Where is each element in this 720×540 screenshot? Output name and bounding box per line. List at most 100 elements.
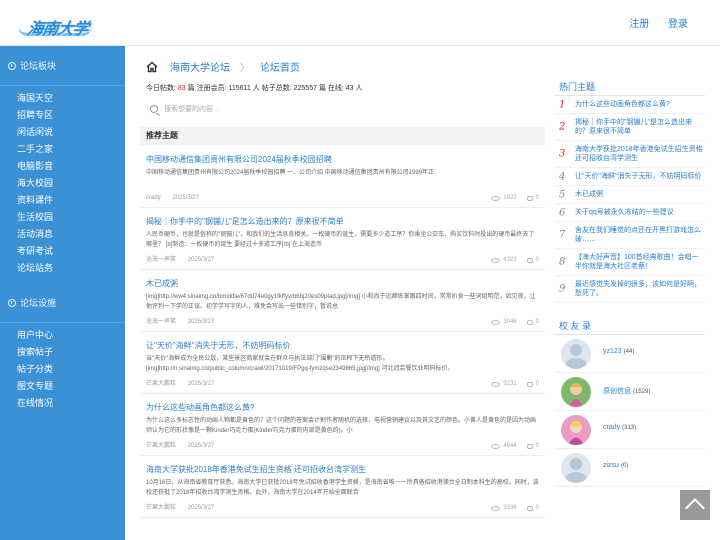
hot-topic-item[interactable]: 5 木已成粥 bbox=[555, 186, 705, 204]
post-author[interactable]: 沧海一声笑 bbox=[146, 319, 176, 325]
alumni-name[interactable]: 原创信息 bbox=[603, 388, 631, 395]
hot-topic-item[interactable]: 7 舍友在我们睡觉的点还在开黑打游戏怎么破…… bbox=[555, 222, 705, 249]
post-author[interactable]: 芒果大鹏粒 bbox=[146, 443, 176, 449]
sidebar-item[interactable]: 二手之家 bbox=[17, 141, 125, 158]
alumni-item[interactable]: yz123 (44) bbox=[555, 335, 705, 373]
sidebar-section-title: 论坛板块 bbox=[20, 61, 57, 71]
post-item: 揭秘｜你手中的"钢镚儿"是怎么造出来的？原来很不简单 人民币硬币，也就是俗称的"… bbox=[140, 208, 545, 270]
rank-number: 6 bbox=[559, 207, 566, 218]
eye-icon bbox=[491, 381, 501, 387]
post-list: 中国移动通信集团贵州有限公司2024届秋季校园招聘 中国移动通信集团贵州有限公司… bbox=[140, 146, 545, 518]
post-author[interactable]: crady bbox=[146, 195, 161, 201]
right-column: 热门主题 1 为什么这些动画角色都这么黄? 2 揭秘｜你手中的"钢镚儿"是怎么造出来… bbox=[555, 78, 705, 487]
hot-topic-title[interactable]: 为什么这些动画角色都这么黄? bbox=[575, 101, 670, 108]
sidebar-item[interactable]: 海大校园 bbox=[17, 175, 125, 192]
hot-topic-item[interactable]: 1 为什么这些动画角色都这么黄? bbox=[555, 96, 705, 114]
sidebar-item[interactable]: 用户中心 bbox=[17, 327, 125, 344]
hot-topic-title[interactable]: 揭秘｜你手中的"钢镚儿"是怎么造出来的？原来很不简单 bbox=[575, 119, 692, 135]
sidebar-item[interactable]: 论坛站务 bbox=[17, 260, 125, 277]
alumni-item[interactable]: 原创信息 (1529) bbox=[555, 373, 705, 411]
alumni-name[interactable]: zizsu bbox=[603, 462, 619, 469]
post-counts: 4644 0 bbox=[491, 443, 539, 449]
hot-topic-title[interactable]: 舍友在我们睡觉的点还在开黑打游戏怎么破…… bbox=[575, 227, 701, 243]
post-summary: 中国移动通信集团贵州有限公司2024届秋季校园招聘 一、公司介绍 中国移动通信集… bbox=[146, 170, 435, 176]
reply-count: 0 bbox=[535, 381, 539, 387]
reply-count: 0 bbox=[535, 443, 539, 449]
avatar[interactable] bbox=[561, 339, 591, 369]
alumni-name[interactable]: crady bbox=[603, 424, 620, 431]
post-author[interactable]: 芒果大鹏粒 bbox=[146, 381, 176, 387]
post-title[interactable]: 海南大学获批2018年香港免试生招生资格 还可招收台湾学测生 bbox=[146, 464, 539, 475]
hot-topic-item[interactable]: 6 关于qq号被永久冻结的一些建议 bbox=[555, 204, 705, 222]
rank-number: 1 bbox=[559, 99, 566, 110]
post-author[interactable]: 芒果大鹏粒 bbox=[146, 505, 176, 511]
alumni-name[interactable]: yz123 bbox=[603, 348, 622, 355]
sidebar-forum-list: 海国天空 招聘专区 闲话闲说 二手之家 电脑影音 海大校园 资料课件 生活校园 … bbox=[0, 86, 125, 283]
avatar[interactable] bbox=[561, 415, 591, 445]
post-author[interactable]: 沧海一声笑 bbox=[146, 257, 176, 263]
login-link[interactable]: 登录 bbox=[668, 19, 688, 30]
hot-topic-item[interactable]: 2 揭秘｜你手中的"钢镚儿"是怎么造出来的？原来很不简单 bbox=[555, 114, 705, 141]
sidebar-item[interactable]: 资料课件 bbox=[17, 192, 125, 209]
hot-topic-title[interactable]: 最近感觉失发掉的很多，该如何是好啊，愁死了。 bbox=[575, 281, 701, 297]
post-item: 海南大学获批2018年香港免试生招生资格 还可招收台湾学测生 10月16日，从海… bbox=[140, 456, 545, 518]
hot-topic-item[interactable]: 4 让"天价"海鲜"消失于无形，不妨明码标价 bbox=[555, 168, 705, 186]
home-icon[interactable] bbox=[146, 61, 158, 73]
alumni-count: (44) bbox=[623, 349, 635, 355]
alumni-count: (313) bbox=[622, 425, 637, 431]
post-date: 2025/3/27 bbox=[187, 381, 215, 387]
hot-topic-title[interactable]: 木已成粥 bbox=[575, 191, 603, 198]
post-title[interactable]: 让"天价"海鲜"消失于无形，不妨明码标价 bbox=[146, 340, 539, 351]
post-summary: 为什么这么多标志性的动画人物都是黄色的？这个问题的答案会计割作者随机的选择，电视… bbox=[146, 418, 537, 434]
sidebar-item[interactable]: 闲话闲说 bbox=[17, 124, 125, 141]
hot-topic-title[interactable]: 【海大好声音】100首经典歌曲！会唱一半你就是海大社区老蔡！ bbox=[575, 254, 699, 270]
comment-icon bbox=[526, 257, 533, 263]
rank-number: 4 bbox=[559, 171, 566, 182]
post-meta: 芒果大鹏粒 2025/3/27 bbox=[146, 440, 224, 449]
avatar[interactable] bbox=[561, 453, 591, 483]
sidebar-item[interactable]: 考研考试 bbox=[17, 243, 125, 260]
hot-topic-item[interactable]: 9 最近感觉失发掉的很多，该如何是好啊，愁死了。 bbox=[555, 276, 705, 303]
post-title[interactable]: 中国移动通信集团贵州有限公司2024届秋季校园招聘 bbox=[146, 154, 539, 165]
sidebar-item[interactable]: 活动消息 bbox=[17, 226, 125, 243]
sidebar-section-facilities-header: 论坛设施 bbox=[0, 283, 125, 323]
sidebar-section-forums-header: 论坛板块 bbox=[0, 46, 125, 86]
avatar[interactable] bbox=[561, 377, 591, 407]
search-icon bbox=[150, 105, 158, 113]
sidebar-item[interactable]: 招聘专区 bbox=[17, 107, 125, 124]
comment-icon bbox=[526, 443, 533, 449]
rank-number: 7 bbox=[559, 229, 566, 241]
view-count: 4323 bbox=[503, 257, 517, 263]
post-meta: 芒果大鹏粒 2025/3/27 bbox=[146, 502, 224, 511]
sidebar-item[interactable]: 帖子分类 bbox=[17, 361, 125, 378]
sidebar-item[interactable]: 海国天空 bbox=[17, 90, 125, 107]
breadcrumb-forum[interactable]: 海南大学论坛 bbox=[170, 59, 230, 74]
breadcrumb: 海南大学论坛 〉 论坛首页 bbox=[146, 59, 300, 74]
view-count: 4644 bbox=[503, 443, 517, 449]
search-input[interactable]: 搜索想要的内容... bbox=[146, 101, 545, 117]
auth-links: 注册 登录 bbox=[613, 15, 688, 30]
post-title[interactable]: 揭秘｜你手中的"钢镚儿"是怎么造出来的？原来很不简单 bbox=[146, 216, 539, 227]
hot-topic-item[interactable]: 3 海南大学获批2018年香港免试生招生资格 还可招收台湾学测生 bbox=[555, 141, 705, 168]
alumni-item[interactable]: crady (313) bbox=[555, 411, 705, 449]
hot-topic-title[interactable]: 让"天价"海鲜"消失于无形，不妨明码标价 bbox=[575, 173, 701, 180]
sidebar-item[interactable]: 图文专题 bbox=[17, 378, 125, 395]
post-meta: 沧海一声笑 2025/3/27 bbox=[146, 254, 224, 263]
post-title[interactable]: 木已成粥 bbox=[146, 278, 539, 289]
eye-icon bbox=[491, 319, 501, 325]
breadcrumb-page[interactable]: 论坛首页 bbox=[260, 59, 300, 74]
sidebar-item[interactable]: 电脑影音 bbox=[17, 158, 125, 175]
hot-topic-title[interactable]: 关于qq号被永久冻结的一些建议 bbox=[575, 209, 674, 216]
sidebar-item[interactable]: 在线情况 bbox=[17, 395, 125, 412]
hot-topic-item[interactable]: 8 【海大好声音】100首经典歌曲！会唱一半你就是海大社区老蔡！ bbox=[555, 249, 705, 276]
sidebar-item[interactable]: 生活校园 bbox=[17, 209, 125, 226]
post-title[interactable]: 为什么这些动画角色都这么黄? bbox=[146, 402, 539, 413]
comment-icon bbox=[526, 195, 533, 201]
site-logo[interactable]: 海南大学 bbox=[10, 4, 92, 40]
back-to-top-button[interactable] bbox=[680, 490, 710, 520]
hot-topic-title[interactable]: 海南大学获批2018年香港免试生招生资格 还可招收台湾学测生 bbox=[575, 146, 703, 162]
register-link[interactable]: 注册 bbox=[629, 19, 649, 30]
sidebar-section-title: 论坛设施 bbox=[20, 298, 57, 308]
sidebar-item[interactable]: 搜索帖子 bbox=[17, 344, 125, 361]
alumni-item[interactable]: zizsu (0) bbox=[555, 449, 705, 487]
